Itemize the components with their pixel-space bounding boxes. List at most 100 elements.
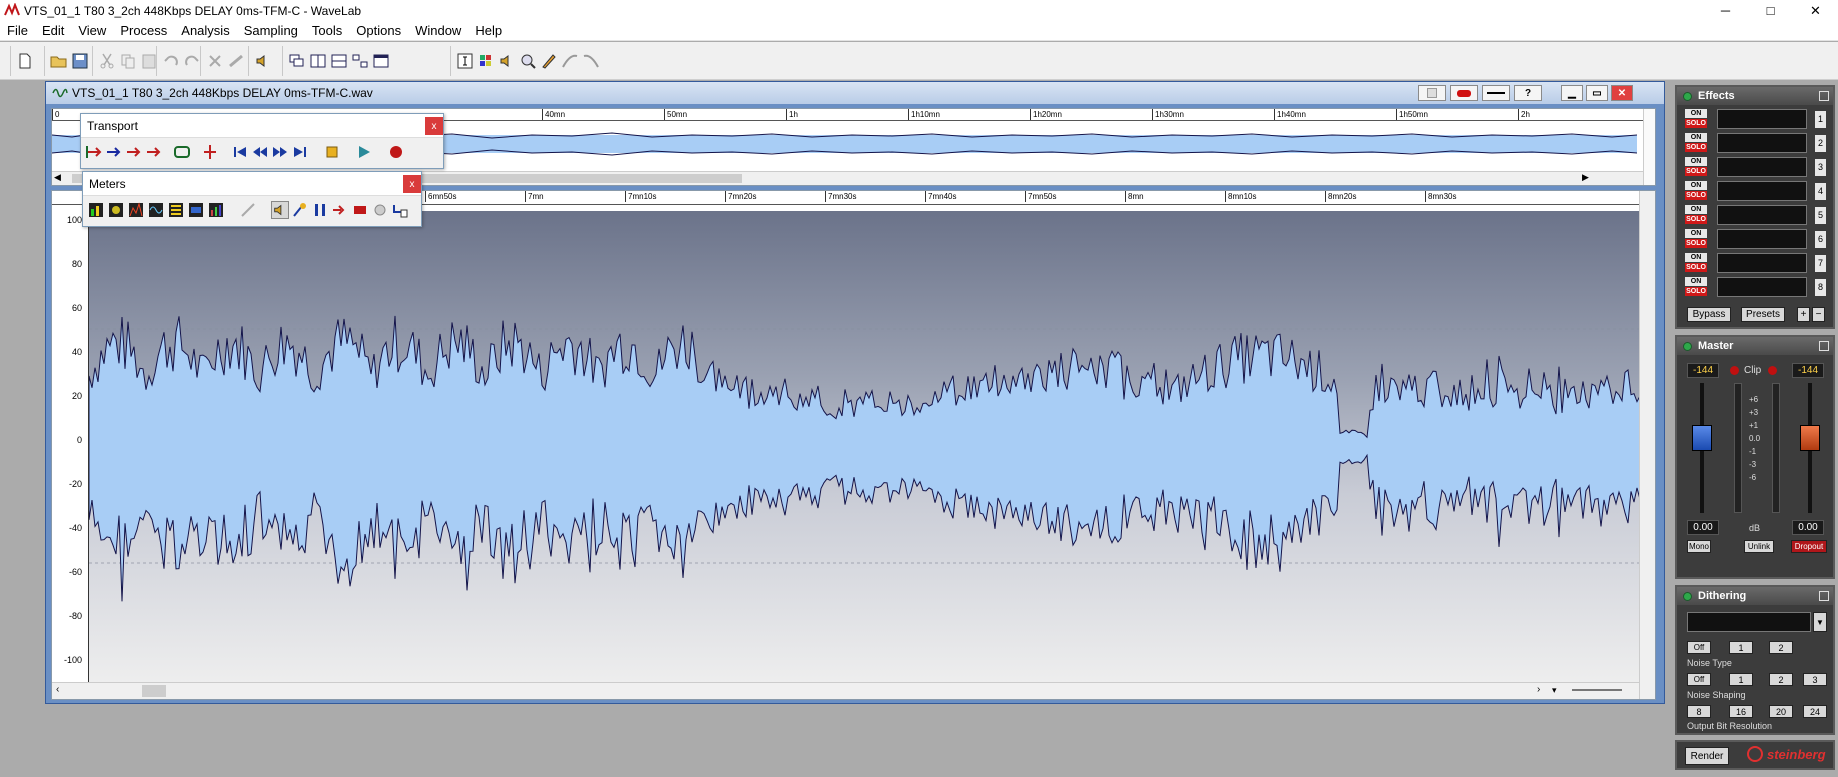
phasescope-icon[interactable] — [107, 201, 125, 219]
text-cursor-icon[interactable] — [455, 51, 475, 71]
wavescope-icon[interactable] — [187, 201, 205, 219]
effect-on-button[interactable]: ON — [1685, 109, 1707, 118]
mono-button[interactable]: Mono — [1687, 540, 1711, 553]
cycle-icon[interactable] — [173, 143, 191, 161]
remove-effect-button[interactable]: − — [1812, 307, 1825, 322]
oscilloscope-icon[interactable] — [147, 201, 165, 219]
color-marker-icon[interactable] — [476, 51, 496, 71]
effect-solo-button[interactable]: SOLO — [1685, 287, 1707, 296]
right-fader-handle[interactable] — [1800, 425, 1820, 451]
bit-meter-icon[interactable] — [167, 201, 185, 219]
menu-help[interactable]: Help — [468, 21, 509, 41]
menu-options[interactable]: Options — [349, 21, 408, 41]
render-button[interactable]: Render — [1685, 747, 1729, 765]
main-scrollbar[interactable]: ‹ › ▾ — [52, 682, 1655, 699]
route-icon[interactable] — [331, 201, 349, 219]
dither-plugin-select[interactable] — [1687, 612, 1811, 632]
arrange-icon[interactable] — [350, 51, 370, 71]
scroll-right-icon[interactable]: › — [1537, 684, 1540, 695]
effect-solo-button[interactable]: SOLO — [1685, 263, 1707, 272]
export-meter-icon[interactable] — [391, 201, 409, 219]
freeze-icon[interactable] — [311, 201, 329, 219]
effects-window-icon[interactable] — [1819, 91, 1829, 101]
window-layout-icon[interactable] — [371, 51, 391, 71]
main-scroll-thumb[interactable] — [142, 685, 166, 697]
play-range-icon[interactable] — [145, 143, 163, 161]
shaping-3-button[interactable]: 3 — [1803, 673, 1827, 686]
right-clip-led-icon[interactable] — [1768, 366, 1777, 375]
effect-slot-select[interactable] — [1717, 133, 1807, 153]
left-peak-display[interactable]: -144 — [1687, 363, 1719, 378]
master-window-icon[interactable] — [1819, 341, 1829, 351]
probe-icon[interactable] — [291, 201, 309, 219]
effect-on-button[interactable]: ON — [1685, 205, 1707, 214]
effect-slot-select[interactable] — [1717, 181, 1807, 201]
scroll-right-icon[interactable]: ▶ — [1582, 172, 1589, 183]
new-file-icon[interactable] — [15, 51, 35, 71]
main-waveform-pane[interactable]: 6mn50s 7mn 7mn10s 7mn20s 7mn30s 7mn40s 7… — [51, 190, 1656, 700]
go-to-end-icon[interactable] — [291, 143, 309, 161]
effect-on-button[interactable]: ON — [1685, 277, 1707, 286]
transport-close-button[interactable]: x — [425, 117, 443, 135]
open-folder-icon[interactable] — [49, 51, 69, 71]
monitor-speaker-icon[interactable] — [271, 201, 289, 219]
menu-window[interactable]: Window — [408, 21, 468, 41]
stop-icon[interactable] — [323, 143, 341, 161]
effect-slot-select[interactable] — [1717, 109, 1807, 129]
meter-settings-icon[interactable] — [239, 201, 257, 219]
shaping-1-button[interactable]: 1 — [1729, 673, 1753, 686]
noise-type-off-button[interactable]: Off — [1687, 641, 1711, 654]
play-from-marker-icon[interactable] — [105, 143, 123, 161]
bits-24-button[interactable]: 24 — [1803, 705, 1827, 718]
tile-vertical-icon[interactable] — [308, 51, 328, 71]
go-to-start-icon[interactable] — [231, 143, 249, 161]
record-icon[interactable] — [387, 143, 405, 161]
play-icon[interactable] — [355, 143, 373, 161]
pencil-icon[interactable] — [539, 51, 559, 71]
fade-out-icon[interactable] — [581, 51, 601, 71]
effect-on-button[interactable]: ON — [1685, 229, 1707, 238]
doc-help-button[interactable]: ? — [1514, 85, 1542, 101]
doc-record-button[interactable] — [1450, 85, 1478, 101]
meter-config-icon[interactable] — [371, 201, 389, 219]
menu-tools[interactable]: Tools — [305, 21, 349, 41]
copy-icon[interactable] — [118, 51, 138, 71]
left-fader-handle[interactable] — [1692, 425, 1712, 451]
menu-process[interactable]: Process — [113, 21, 174, 41]
overview-vzoom[interactable] — [1643, 109, 1655, 185]
menu-sampling[interactable]: Sampling — [237, 21, 305, 41]
unlink-button[interactable]: Unlink — [1744, 540, 1774, 553]
close-button[interactable]: ✕ — [1793, 0, 1838, 21]
effect-slot-select[interactable] — [1717, 229, 1807, 249]
dithering-window-icon[interactable] — [1819, 591, 1829, 601]
maximize-button[interactable]: □ — [1748, 0, 1793, 21]
dither-dropdown-icon[interactable]: ▼ — [1813, 612, 1827, 632]
doc-view-button[interactable] — [1418, 85, 1446, 101]
fast-forward-icon[interactable] — [271, 143, 289, 161]
undo-icon[interactable] — [161, 51, 181, 71]
fade-in-icon[interactable] — [560, 51, 580, 71]
waveform-canvas[interactable] — [88, 211, 1641, 684]
shaping-off-button[interactable]: Off — [1687, 673, 1711, 686]
effect-solo-button[interactable]: SOLO — [1685, 215, 1707, 224]
doc-close-button[interactable]: ✕ — [1611, 85, 1633, 101]
doc-maximize-button[interactable]: ▭ — [1586, 85, 1608, 101]
effect-on-button[interactable]: ON — [1685, 157, 1707, 166]
effect-slot-select[interactable] — [1717, 277, 1807, 297]
dropout-button[interactable]: Dropout — [1791, 540, 1827, 553]
effect-solo-button[interactable]: SOLO — [1685, 191, 1707, 200]
zoom-slider[interactable] — [1572, 689, 1622, 691]
main-vertical-zoom[interactable] — [1639, 191, 1655, 699]
left-clip-led-icon[interactable] — [1730, 366, 1739, 375]
level-meter-icon[interactable] — [87, 201, 105, 219]
reset-meter-icon[interactable] — [351, 201, 369, 219]
effects-led-icon[interactable] — [1683, 91, 1692, 101]
delete-icon[interactable] — [205, 51, 225, 71]
doc-minimize-button[interactable]: ▁ — [1561, 85, 1583, 101]
speaker-tool-icon[interactable] — [497, 51, 517, 71]
bypass-button[interactable]: Bypass — [1687, 307, 1731, 322]
noise-type-2-button[interactable]: 2 — [1769, 641, 1793, 654]
loop-marker-icon[interactable] — [85, 143, 103, 161]
menu-file[interactable]: File — [0, 21, 35, 41]
trim-icon[interactable] — [226, 51, 246, 71]
